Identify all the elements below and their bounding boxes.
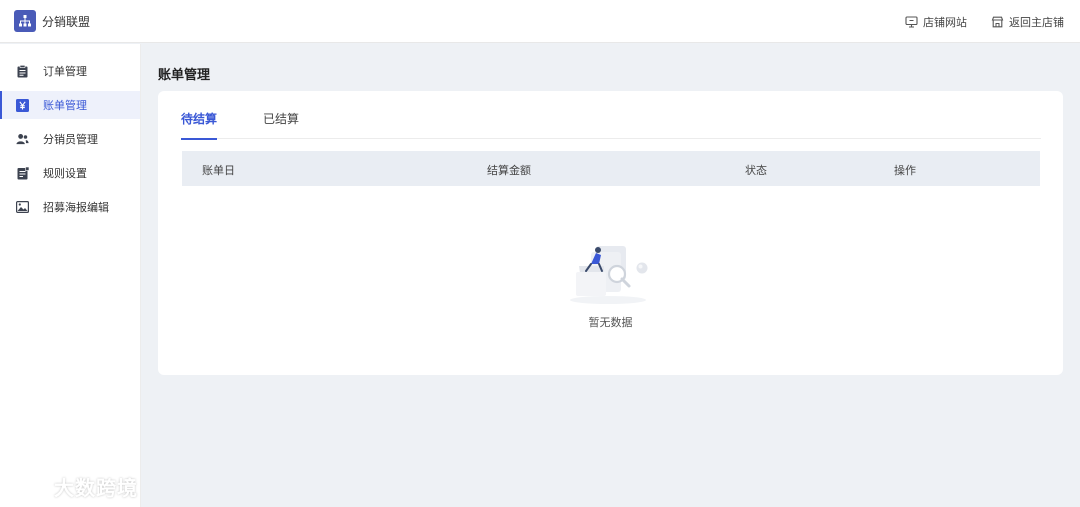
monitor-icon (905, 15, 918, 28)
top-bar: 分销联盟 店铺网站 返回主店铺 (0, 0, 1080, 43)
column-status: 状态 (745, 164, 767, 177)
tab-settled[interactable]: 已结算 (263, 91, 299, 139)
brand-name: 分销联盟 (42, 14, 91, 29)
document-icon (16, 166, 29, 180)
sidebar-item-label: 招募海报编辑 (43, 201, 109, 214)
sidebar-item-distributors[interactable]: 分销员管理 (0, 125, 140, 153)
header-links: 店铺网站 返回主店铺 (881, 0, 1064, 43)
store-website-link[interactable]: 店铺网站 (905, 14, 967, 30)
sidebar-item-orders[interactable]: 订单管理 (0, 57, 140, 85)
network-icon (14, 10, 36, 32)
store-website-label: 店铺网站 (923, 15, 967, 29)
watermark: 大数跨境 (8, 472, 138, 501)
sidebar-item-label: 规则设置 (43, 167, 87, 180)
table-header: 账单日 结算金额 状态 操作 (182, 151, 1040, 186)
tab-pending-settlement[interactable]: 待结算 (181, 91, 218, 140)
empty-data-icon (570, 246, 648, 304)
column-bill-date: 账单日 (202, 164, 235, 177)
store-icon (991, 16, 1004, 27)
users-icon (16, 133, 29, 146)
column-actions: 操作 (894, 164, 916, 177)
sidebar-item-label: 订单管理 (43, 65, 87, 78)
sidebar-item-label: 分销员管理 (43, 133, 98, 146)
sidebar-item-rules[interactable]: 规则设置 (0, 159, 140, 187)
sidebar-item-poster[interactable]: 招募海报编辑 (0, 193, 140, 221)
bills-card: 待结算 已结算 账单日 结算金额 状态 操作 暂无数据 (158, 91, 1063, 375)
return-main-store-link[interactable]: 返回主店铺 (991, 14, 1064, 30)
sidebar-item-label: 账单管理 (43, 99, 87, 112)
brand[interactable]: 分销联盟 (0, 10, 90, 32)
image-icon (16, 201, 29, 214)
column-settlement-amount: 结算金额 (487, 164, 531, 177)
empty-text: 暂无数据 (588, 316, 633, 329)
yen-icon (16, 98, 29, 112)
page-title: 账单管理 (158, 68, 211, 83)
watermark-logo-icon (9, 475, 47, 497)
watermark-text: 大数跨境 (54, 476, 138, 500)
empty-state: 暂无数据 (158, 196, 1063, 336)
sidebar: 订单管理 账单管理 分销员管理 规则设置 招募海报编辑 (0, 44, 141, 507)
sidebar-item-bills[interactable]: 账单管理 (0, 91, 140, 119)
return-main-store-label: 返回主店铺 (1009, 15, 1064, 29)
main-content: 账单管理 待结算 已结算 账单日 结算金额 状态 操作 暂无数据 (141, 44, 1080, 507)
tab-bar: 待结算 已结算 (181, 91, 1041, 140)
clipboard-icon (16, 64, 29, 78)
